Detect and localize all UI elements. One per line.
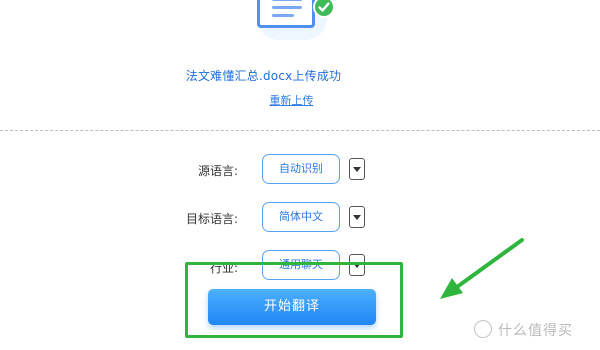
industry-label: 行业: [209, 261, 238, 275]
watermark-text: 什么值得买 [498, 323, 573, 339]
watermark-logo-icon [474, 320, 492, 338]
watermark: 什么值得买 [474, 320, 573, 340]
arrow-icon [440, 238, 524, 299]
document-icon [257, 0, 315, 28]
start-translation-button[interactable]: 开始翻译 [208, 289, 376, 325]
source-language-select[interactable]: 自动识别 [262, 154, 340, 184]
document-icon-line [272, 14, 294, 17]
document-icon-line [272, 0, 302, 1]
chevron-down-icon[interactable] [349, 206, 365, 228]
checkmark-glyph [318, 2, 330, 12]
chevron-down-icon[interactable] [349, 254, 365, 276]
chevron-down-icon[interactable] [349, 158, 365, 180]
checkmark-icon [313, 0, 335, 18]
source-language-label: 源语言: [197, 164, 238, 178]
document-icon-line [272, 6, 302, 9]
uploaded-document-icon [237, 0, 347, 46]
target-language-label: 目标语言: [185, 212, 238, 226]
target-language-select[interactable]: 简体中文 [262, 202, 340, 232]
section-divider [0, 130, 600, 131]
reupload-link[interactable]: 重新上传 [0, 92, 583, 108]
industry-select[interactable]: 通用聊天 [262, 250, 340, 280]
upload-status-text: 法文难懂汇总.docx上传成功 [185, 69, 342, 83]
